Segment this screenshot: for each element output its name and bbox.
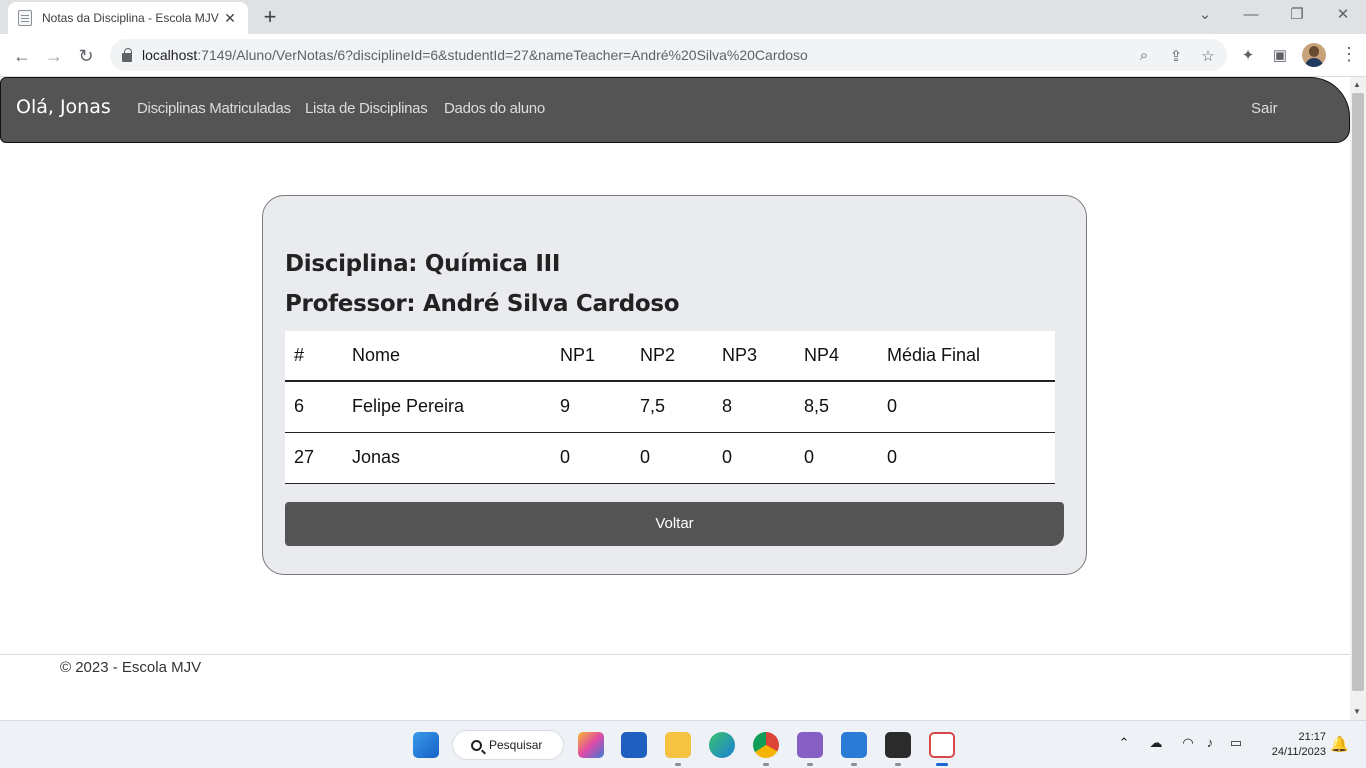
lock-icon[interactable] [122, 47, 132, 62]
snipping-tool-icon[interactable] [929, 732, 955, 758]
url-path: :7149/Aluno/VerNotas/6?disciplineId=6&st… [197, 47, 808, 63]
browser-tab-strip: Notas da Disciplina - Escola MJV ✕ + ⌄ —… [0, 0, 1366, 34]
clock-time: 21:17 [1298, 731, 1326, 743]
scrollbar-thumb[interactable] [1352, 93, 1364, 691]
windows-taskbar: Pesquisar ⌃ ☁ ◠ ♪ ▭ 21:17 24/11/2023 🔔 [0, 720, 1366, 768]
back-icon[interactable]: ← [8, 42, 36, 70]
reload-icon[interactable]: ↻ [72, 42, 100, 70]
table-cell: 8,5 [804, 396, 830, 417]
wifi-icon[interactable]: ◠ [1178, 735, 1198, 751]
browser-tab[interactable]: Notas da Disciplina - Escola MJV ✕ [8, 2, 248, 34]
page-scrollbar[interactable]: ▲ ▼ [1350, 77, 1366, 720]
page-favicon-icon [18, 10, 32, 26]
page-viewport: Olá, Jonas Disciplinas Matriculadas List… [0, 77, 1350, 720]
table-cell: 8 [722, 396, 733, 417]
scroll-down-icon[interactable]: ▼ [1353, 707, 1361, 716]
active-indicator [936, 763, 948, 766]
copilot-icon[interactable] [578, 732, 604, 758]
battery-icon[interactable]: ▭ [1226, 735, 1246, 751]
restore-icon[interactable]: ❐ [1274, 4, 1320, 26]
grades-table: # Nome NP1 NP2 NP3 NP4 Média Final 6 Fel… [285, 331, 1055, 484]
share-icon[interactable]: ⇪ [1166, 47, 1186, 65]
column-header: NP2 [640, 345, 676, 365]
logout-link[interactable]: Sair [1251, 100, 1278, 117]
store-icon[interactable] [621, 732, 647, 758]
column-header: NP1 [560, 345, 596, 365]
table-cell: 0 [804, 447, 815, 467]
running-indicator [851, 763, 857, 766]
table-cell: 0 [640, 447, 651, 467]
table-cell: 27 [294, 447, 315, 467]
notepad-icon[interactable] [841, 732, 867, 758]
taskbar-clock[interactable]: 21:17 24/11/2023 [1258, 730, 1326, 760]
tab-title: Notas da Disciplina - Escola MJV [42, 11, 219, 25]
back-button[interactable]: Voltar [285, 502, 1064, 546]
forward-icon[interactable]: → [40, 42, 68, 70]
search-icon [471, 739, 482, 751]
tab-search-icon[interactable]: ⌄ [1182, 4, 1228, 26]
table-cell: 7,5 [640, 396, 666, 417]
file-explorer-icon[interactable] [665, 732, 691, 758]
clock-date: 24/11/2023 [1271, 746, 1326, 758]
nav-link-disciplinas-matriculadas[interactable]: Disciplinas Matriculadas [137, 100, 291, 117]
running-indicator [675, 763, 681, 766]
new-tab-button[interactable]: + [258, 5, 282, 29]
extensions-icon[interactable]: ✦ [1237, 46, 1259, 64]
footer-divider [0, 654, 1350, 655]
side-panel-icon[interactable]: ▣ [1269, 46, 1291, 64]
taskbar-search-label: Pesquisar [489, 738, 543, 752]
zoom-icon[interactable]: ⌕ [1134, 47, 1154, 64]
running-indicator [807, 763, 813, 766]
url-host: localhost [142, 47, 198, 63]
menu-kebab-icon[interactable]: ⋮ [1340, 44, 1358, 65]
table-row: 27 Jonas 0 0 0 0 0 [285, 432, 1055, 483]
volume-icon[interactable]: ♪ [1200, 735, 1220, 750]
running-indicator [895, 763, 901, 766]
edge-icon[interactable] [709, 732, 735, 758]
grades-card: Disciplina: Química III Professor: André… [262, 195, 1087, 575]
star-icon[interactable]: ☆ [1198, 47, 1218, 65]
table-header-row: # Nome NP1 NP2 NP3 NP4 Média Final [285, 331, 1055, 381]
column-header: NP3 [722, 345, 758, 365]
terminal-icon[interactable] [885, 732, 911, 758]
table-cell: 6 [294, 396, 305, 417]
table-cell: 0 [887, 396, 898, 417]
address-bar[interactable]: localhost:7149/Aluno/VerNotas/6?discipli… [110, 39, 1227, 71]
onedrive-icon[interactable]: ☁ [1146, 735, 1166, 751]
nav-link-lista-disciplinas[interactable]: Lista de Disciplinas [305, 100, 428, 117]
table-cell: 9 [560, 396, 571, 417]
windows-start-icon[interactable] [413, 732, 439, 758]
chrome-icon[interactable] [753, 732, 779, 758]
browser-toolbar: ← → ↻ localhost:7149/Aluno/VerNotas/6?di… [0, 34, 1366, 77]
site-navbar: Olá, Jonas Disciplinas Matriculadas List… [0, 77, 1350, 143]
nav-link-dados-aluno[interactable]: Dados do aluno [444, 100, 545, 117]
table-cell: 0 [560, 447, 571, 467]
close-window-icon[interactable]: ✕ [1320, 4, 1366, 26]
teacher-heading: Professor: André Silva Cardoso [285, 291, 680, 317]
table-cell: Jonas [352, 447, 401, 467]
table-row: 6 Felipe Pereira 9 7,5 8 8,5 0 [285, 381, 1055, 432]
discipline-heading: Disciplina: Química III [285, 251, 561, 277]
footer-copyright: © 2023 - Escola MJV [60, 659, 202, 676]
table-cell: Felipe Pereira [352, 396, 465, 417]
column-header: Nome [352, 345, 401, 365]
taskbar-search[interactable]: Pesquisar [452, 730, 564, 760]
brand-greeting[interactable]: Olá, Jonas [16, 96, 111, 118]
column-header: # [294, 345, 305, 365]
column-header: NP4 [804, 345, 840, 365]
scroll-up-icon[interactable]: ▲ [1353, 80, 1361, 89]
minimize-icon[interactable]: — [1228, 4, 1274, 26]
table-cell: 0 [722, 447, 733, 467]
column-header: Média Final [887, 345, 981, 365]
table-cell: 0 [887, 447, 898, 467]
close-tab-icon[interactable]: ✕ [222, 10, 238, 27]
chevron-up-icon[interactable]: ⌃ [1114, 735, 1134, 751]
notification-bell-icon[interactable]: 🔔 [1330, 735, 1349, 753]
running-indicator [763, 763, 769, 766]
profile-avatar[interactable] [1302, 43, 1326, 67]
visual-studio-icon[interactable] [797, 732, 823, 758]
